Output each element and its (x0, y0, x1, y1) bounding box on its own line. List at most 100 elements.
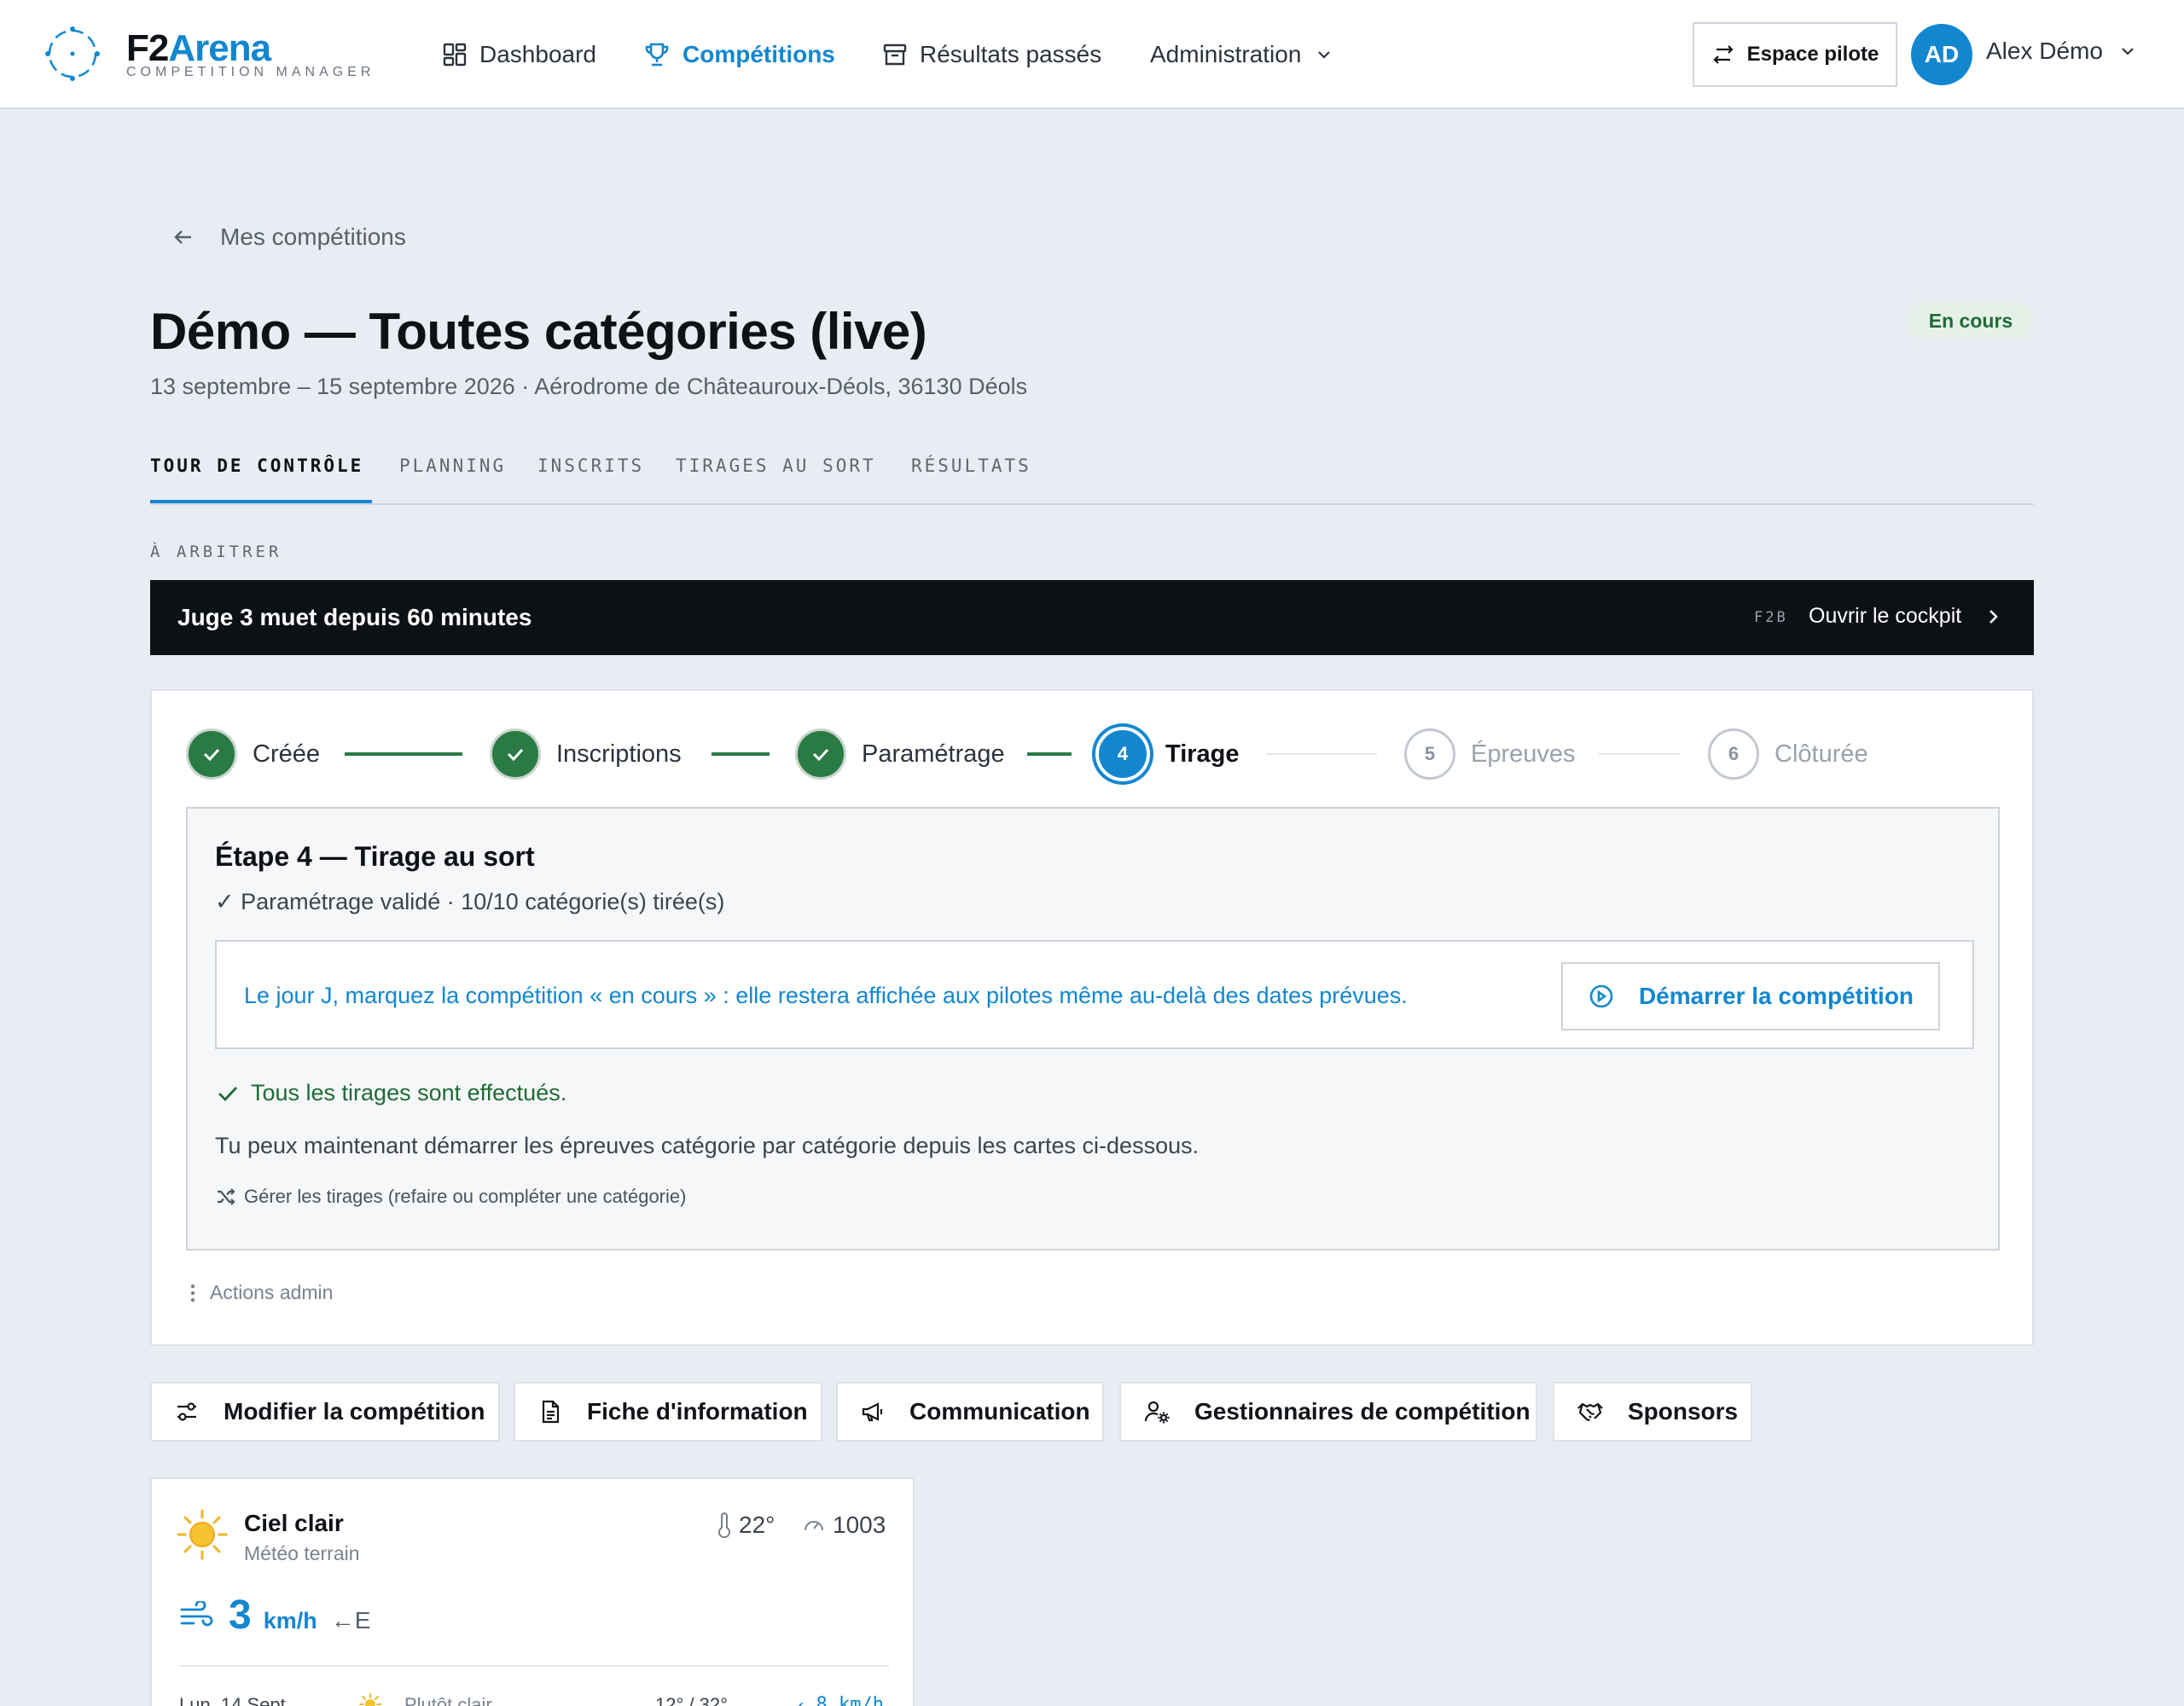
sun-icon (359, 1693, 381, 1706)
archive-icon (883, 44, 907, 66)
back-link-label: Mes compétitions (220, 223, 406, 250)
step-label: Paramétrage (862, 740, 1005, 768)
nav-past-results-label: Résultats passés (920, 41, 1102, 67)
all-draws-done: Tous les tirages sont effectués. (215, 1080, 566, 1106)
tab-planning[interactable]: PLANNING (399, 456, 506, 476)
nav-dashboard-label: Dashboard (479, 41, 596, 67)
start-info-text: Le jour J, marquez la compétition « en c… (244, 983, 1408, 1008)
weather-source: Météo terrain (244, 1542, 360, 1564)
forecast-day: Lun. 14 Sept. (179, 1694, 291, 1706)
alert-category-tag: F2B (1754, 609, 1788, 626)
gauge-icon (804, 1521, 823, 1531)
step-done-indicator (795, 728, 846, 780)
manage-draws-label: Gérer les tirages (refaire ou compléter … (244, 1186, 687, 1207)
communication-button[interactable]: Communication (836, 1382, 1104, 1442)
chevron-down-icon (2122, 48, 2134, 55)
step-draw: 4 Tirage (1095, 727, 1240, 781)
open-cockpit-link[interactable]: Ouvrir le cockpit (1809, 604, 2002, 629)
tab-registered[interactable]: INSCRITS (537, 456, 644, 476)
step-current-indicator: 4 (1095, 727, 1150, 781)
step-events: 5 Épreuves (1404, 727, 1576, 781)
all-draws-done-label: Tous les tirages sont effectués. (251, 1080, 567, 1105)
app-logo[interactable]: F2Arena (126, 27, 271, 70)
trophy-icon (645, 43, 669, 67)
user-menu[interactable]: Alex Démo (1986, 38, 2137, 65)
temperature-value: 22° (739, 1512, 775, 1538)
sponsors-button[interactable]: Sponsors (1553, 1382, 1752, 1442)
nav-administration[interactable]: Administration (1150, 38, 1333, 72)
swap-arrows-icon (1713, 45, 1734, 64)
manage-draws-link[interactable]: Gérer les tirages (refaire ou compléter … (215, 1186, 686, 1208)
check-icon (507, 748, 524, 762)
step-label: Épreuves (1471, 740, 1576, 768)
logo-subtitle: COMPETITION MANAGER (126, 65, 375, 79)
sliders-icon (177, 1402, 196, 1421)
logo-f2: F2 (126, 27, 169, 69)
step-done-indicator (186, 728, 237, 780)
status-badge: En cours (1908, 302, 2034, 339)
competition-progress-card: Créée Inscriptions Paramétrage 4 Tirage … (150, 689, 2034, 1346)
stage-title: Étape 4 — Tirage au sort (215, 841, 535, 872)
pilot-space-button[interactable]: Espace pilote (1693, 22, 1897, 87)
admin-actions-menu[interactable]: Actions admin (189, 1281, 333, 1304)
chevron-down-icon (1318, 51, 1331, 59)
weather-condition: Ciel clair (244, 1510, 344, 1536)
tab-draws[interactable]: TIRAGES AU SORT (676, 456, 876, 476)
back-to-competitions-link[interactable]: Mes compétitions (171, 223, 406, 251)
handshake-icon (1577, 1402, 1603, 1421)
check-icon (812, 748, 829, 762)
sponsors-label: Sponsors (1628, 1398, 1739, 1425)
check-icon (218, 1086, 238, 1101)
crosshair-logo-icon (45, 26, 100, 81)
weather-pressure: 1003 (802, 1512, 886, 1539)
active-tab-indicator (150, 500, 372, 503)
arrow-left-icon (174, 230, 191, 244)
step-todo-indicator: 5 (1404, 728, 1455, 780)
weather-temperature: 22° (717, 1512, 775, 1539)
step-connector (1266, 753, 1377, 755)
sun-icon (177, 1509, 228, 1560)
nav-past-results[interactable]: Résultats passés (882, 38, 1101, 72)
play-circle-icon (1589, 984, 1613, 1008)
step-created: Créée (186, 727, 320, 781)
step-closed: 6 Clôturée (1708, 727, 1868, 781)
nav-competitions[interactable]: Compétitions (643, 38, 835, 72)
wind-unit: km/h (263, 1608, 317, 1633)
wind-reading: 3 km/h ←E (179, 1592, 370, 1639)
arbitration-alert[interactable]: Juge 3 muet depuis 60 minutes F2B Ouvrir… (150, 580, 2034, 655)
step-done-indicator (490, 728, 541, 780)
top-navigation-bar: F2Arena COMPETITION MANAGER Dashboard Co… (0, 0, 2184, 109)
step-todo-indicator: 6 (1708, 728, 1759, 780)
shuffle-icon (218, 1188, 235, 1205)
avatar[interactable]: AD (1911, 24, 1972, 85)
start-competition-info-box: Le jour J, marquez la compétition « en c… (215, 940, 1974, 1049)
communication-label: Communication (909, 1398, 1090, 1425)
info-sheet-button[interactable]: Fiche d'information (514, 1382, 822, 1442)
edit-competition-button[interactable]: Modifier la compétition (150, 1382, 500, 1442)
step-connector (1599, 753, 1681, 755)
info-sheet-label: Fiche d'information (587, 1398, 808, 1425)
competition-managers-button[interactable]: Gestionnaires de compétition (1119, 1382, 1537, 1442)
step-connector (1027, 752, 1072, 756)
admin-actions-label: Actions admin (210, 1281, 334, 1303)
grid-icon (443, 43, 467, 67)
tab-results[interactable]: RÉSULTATS (911, 456, 1031, 476)
step-label: Inscriptions (556, 740, 682, 768)
page-title: Démo — Toutes catégories (live) (150, 303, 927, 360)
document-icon (542, 1400, 560, 1424)
next-steps-hint: Tu peux maintenant démarrer les épreuves… (215, 1133, 1199, 1158)
weather-divider (179, 1665, 889, 1667)
nav-dashboard[interactable]: Dashboard (442, 38, 596, 72)
open-cockpit-label: Ouvrir le cockpit (1809, 604, 1962, 628)
check-icon (203, 748, 220, 762)
competition-managers-label: Gestionnaires de compétition (1194, 1398, 1531, 1425)
alert-message: Juge 3 muet depuis 60 minutes (177, 604, 532, 630)
stage-panel: Étape 4 — Tirage au sort ✓ Paramétrage v… (186, 807, 2000, 1250)
nav-administration-label: Administration (1150, 41, 1302, 67)
pressure-value: 1003 (833, 1512, 886, 1538)
step-label: Créée (253, 740, 320, 768)
tab-control-tower[interactable]: TOUR DE CONTRÔLE (150, 456, 363, 476)
pilot-space-label: Espace pilote (1746, 43, 1879, 66)
chevron-right-icon (1989, 609, 1999, 624)
start-competition-button[interactable]: Démarrer la compétition (1561, 962, 1940, 1030)
